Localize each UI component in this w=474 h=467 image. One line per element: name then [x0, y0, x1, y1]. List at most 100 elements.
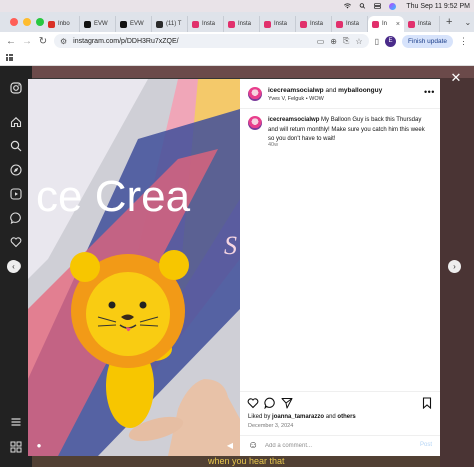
next-post-button[interactable]: › [448, 260, 461, 273]
also-from-meta-icon[interactable] [10, 441, 22, 453]
collaborator-username[interactable]: myballoonguy [338, 87, 382, 94]
author-and: and [325, 87, 337, 94]
backdrop-banner [32, 66, 474, 78]
browser-toolbar: ← → ↻ ⚙ instagram.com/p/DDH3Ru7xZQE/ ▭ ⊕… [0, 32, 474, 50]
bookmark-icon [156, 20, 163, 28]
browser-tab[interactable]: Insta [260, 16, 296, 32]
tab-label: EVW [94, 21, 108, 27]
browser-tab[interactable]: Insta [224, 16, 260, 32]
caption-username[interactable]: icecreamsocialwp [268, 117, 319, 123]
comment-input[interactable] [265, 441, 405, 451]
previous-post-button[interactable]: ‹ [7, 260, 20, 273]
browser-tab[interactable]: EVW [116, 16, 152, 32]
instagram-icon [372, 20, 379, 28]
post-header: icecreamsocialwp and myballoonguy Yves V… [240, 79, 440, 109]
post-location-extra[interactable]: • WOW [306, 96, 324, 102]
reels-icon[interactable] [10, 188, 22, 200]
comment-bar: ☺ Post [240, 435, 440, 456]
search-icon[interactable] [359, 3, 366, 9]
audio-user-icon[interactable]: ● [34, 441, 44, 451]
site-info-icon[interactable]: ⚙ [60, 37, 67, 46]
post-video[interactable]: ce Crea S ● ◀ [28, 79, 240, 456]
like-heart-icon[interactable] [247, 397, 259, 409]
tab-label: Insta [202, 21, 216, 27]
liked-by-user[interactable]: joanna_tamarazzo [272, 414, 324, 420]
profile-avatar[interactable]: E [384, 35, 396, 47]
post-info-panel: icecreamsocialwp and myballoonguy Yves V… [240, 79, 440, 456]
minimize-window-button[interactable] [23, 18, 31, 26]
explore-icon[interactable] [10, 164, 22, 176]
browser-tab[interactable]: EVW [80, 16, 116, 32]
home-icon[interactable] [10, 116, 22, 128]
notifications-heart-icon[interactable] [10, 236, 22, 248]
finish-update-button[interactable]: Finish update [401, 34, 453, 48]
browser-tab[interactable]: Insta [404, 16, 440, 32]
browser-tab[interactable]: (11) T [152, 16, 188, 32]
post-date[interactable]: December 3, 2024 [248, 423, 293, 429]
apps-grid-icon[interactable] [6, 54, 13, 61]
search-icon[interactable] [10, 140, 22, 152]
post-comment-button[interactable]: Post [420, 442, 432, 448]
forward-icon[interactable]: → [22, 36, 32, 47]
mute-icon[interactable]: ◀ [225, 441, 235, 451]
close-window-button[interactable] [10, 18, 18, 26]
tab-search-icon[interactable]: ⌄ [458, 18, 474, 27]
emoji-icon[interactable]: ☺ [248, 440, 258, 451]
instagram-icon [228, 20, 235, 28]
x-icon [120, 20, 127, 28]
window-controls [0, 18, 44, 26]
more-menu-icon[interactable] [10, 416, 22, 428]
backdrop-peek-text: when you hear that [208, 456, 285, 466]
messenger-icon[interactable] [10, 212, 22, 224]
browser-tab[interactable]: Insta [296, 16, 332, 32]
reload-icon[interactable]: ↻ [38, 36, 48, 47]
close-modal-icon[interactable]: ✕ [449, 71, 463, 85]
post-location[interactable]: Yves V, Felguk [268, 96, 304, 102]
zoom-icon[interactable]: ⊕ [330, 37, 337, 46]
instagram-logo-icon[interactable] [10, 82, 22, 94]
browser-tab[interactable]: Inbo [44, 16, 80, 32]
save-bookmark-icon[interactable] [421, 397, 433, 409]
control-center-icon[interactable] [374, 3, 382, 9]
tab-label: Inbo [58, 21, 70, 27]
tab-label: Insta [418, 21, 432, 27]
post-location-line: Yves V, Felguk • WOW [268, 96, 324, 102]
menu-bar-clock[interactable]: Thu Sep 11 9:52 PM [404, 3, 470, 10]
new-tab-button[interactable]: + [440, 16, 458, 28]
post-authors: icecreamsocialwp and myballoonguy [268, 87, 382, 94]
url-text[interactable]: instagram.com/p/DDH3Ru7xZQE/ [73, 38, 178, 45]
comment-icon[interactable] [264, 397, 276, 409]
author-avatar[interactable] [248, 87, 262, 101]
tab-label: Insta [238, 21, 252, 27]
caption-timestamp: 40w [268, 142, 279, 148]
liked-by-others[interactable]: others [337, 414, 355, 420]
browser-tab[interactable]: Insta [332, 16, 368, 32]
tab-label: Insta [310, 21, 324, 27]
back-icon[interactable]: ← [6, 36, 16, 47]
siri-icon[interactable] [389, 2, 397, 10]
tab-close-icon[interactable]: × [396, 21, 400, 28]
address-bar[interactable]: ⚙ instagram.com/p/DDH3Ru7xZQE/ ▭ ⊕ ⎘ ☆ [54, 34, 369, 48]
more-options-icon[interactable]: ••• [424, 87, 435, 97]
tab-label: Insta [274, 21, 288, 27]
install-app-icon[interactable]: ▭ [317, 37, 325, 46]
share-icon[interactable]: ⎘ [343, 36, 349, 46]
sign-script-lettering: S [224, 231, 237, 260]
extensions-icon[interactable]: ▯ [375, 37, 379, 46]
liked-by-and: and [325, 414, 336, 420]
bookmark-star-icon[interactable]: ☆ [355, 37, 362, 46]
sign-lettering: ce Crea [36, 172, 191, 221]
browser-menu-icon[interactable]: ⋮ [459, 36, 468, 47]
browser-tab[interactable]: In × [368, 16, 404, 32]
caption-avatar[interactable] [248, 116, 262, 130]
video-frame-image: ce Crea S [28, 79, 240, 456]
share-send-icon[interactable] [281, 397, 293, 409]
bookmarks-bar [0, 50, 474, 66]
instagram-icon [300, 20, 307, 28]
browser-tab[interactable]: Insta [188, 16, 224, 32]
author-username[interactable]: icecreamsocialwp [268, 87, 324, 94]
wifi-icon[interactable] [344, 3, 352, 9]
zoom-window-button[interactable] [36, 18, 44, 26]
tab-label: In [382, 21, 388, 27]
browser-tab-strip: Inbo EVW EVW (11) T Insta Insta Insta Insta Inst… [0, 12, 474, 32]
